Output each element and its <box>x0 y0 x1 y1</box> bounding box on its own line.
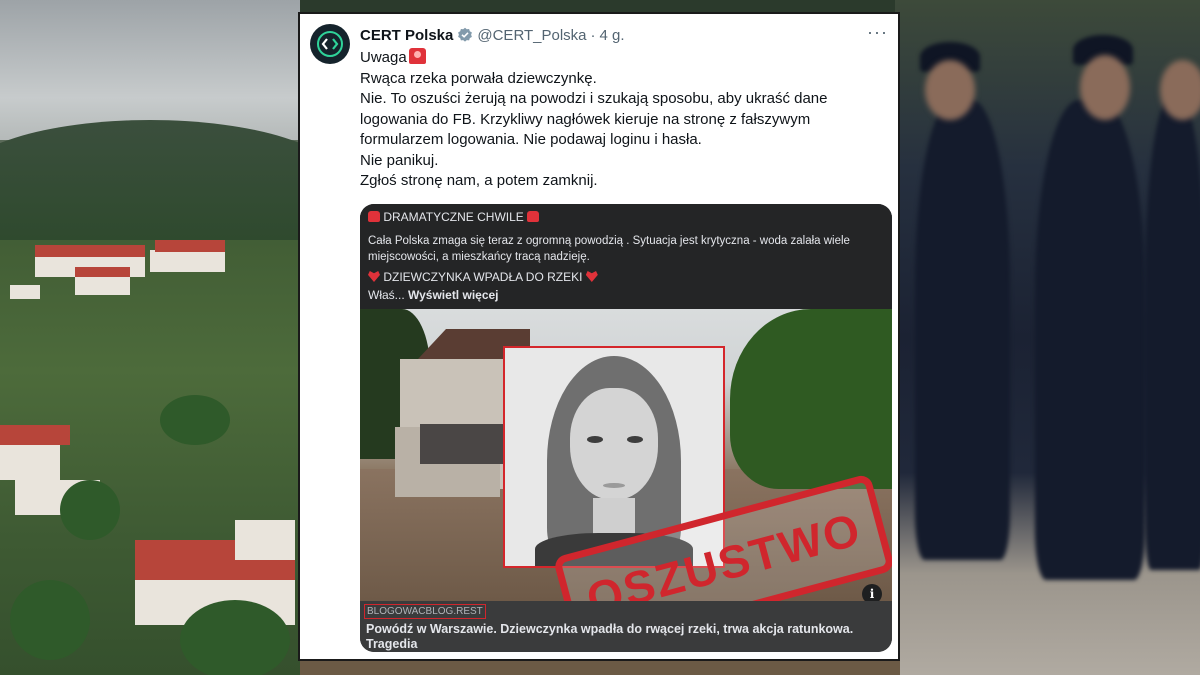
tweet-line-warning: Uwaga <box>360 48 880 69</box>
tweet-line-1: Uwaga <box>360 49 407 66</box>
background-head <box>1080 55 1130 120</box>
background-house <box>10 285 40 299</box>
tweet-line-2: Rwąca rzeka porwała dziewczynkę. <box>360 69 597 87</box>
see-more-link[interactable]: Wyświetl więcej <box>408 288 499 302</box>
background-roof <box>0 425 70 445</box>
siren-emoji-icon <box>408 48 426 64</box>
embedded-scam-screenshot[interactable]: DRAMATYCZNE CHWILE Cała Polska zmaga się… <box>360 204 892 652</box>
background-tree <box>10 580 90 660</box>
background-officer <box>1145 100 1200 570</box>
background-officer <box>915 100 1010 560</box>
fb-truncated-text: Właś... <box>368 288 409 302</box>
background-town-photo <box>0 0 300 675</box>
background-head <box>925 60 975 120</box>
fb-body-text: Cała Polska zmaga się teraz z ogromną po… <box>368 235 850 263</box>
author-name[interactable]: CERT Polska <box>360 27 453 44</box>
more-options-icon[interactable]: ··· <box>867 22 888 43</box>
fb-heading-2-text: DZIEWCZYNKA WPADŁA DO RZEKI <box>380 270 586 284</box>
header-separator: · <box>590 26 596 44</box>
fb-post-text: DRAMATYCZNE CHWILE Cała Polska zmaga się… <box>360 204 892 309</box>
link-headline[interactable]: Powódź w Warszawie. Dziewczynka wpadła d… <box>366 622 886 652</box>
link-domain: BLOGOWACBLOG.REST <box>364 604 486 619</box>
flood-photo[interactable]: OSZUSTWO i <box>360 309 892 601</box>
background-house <box>0 440 60 480</box>
tweet-timestamp[interactable]: 4 g. <box>600 27 625 44</box>
tweet-card[interactable]: CERT Polska @CERT_Polska · 4 g. ··· Uwag… <box>298 12 900 661</box>
broken-heart-emoji-icon <box>585 271 598 282</box>
background-police-photo <box>895 0 1200 675</box>
verified-badge-icon <box>458 27 473 42</box>
background-strip <box>300 660 900 675</box>
tweet-line-5: Zgłoś stronę nam, a potem zamknij. <box>360 172 598 189</box>
photo-trees-right <box>730 309 892 489</box>
fb-truncated-line: Właś... Wyświetl więcej <box>368 288 499 302</box>
background-officer <box>1035 100 1145 580</box>
tweet-line-3: Nie. To oszuści żerują na powodzi i szuk… <box>360 90 828 148</box>
author-handle[interactable]: @CERT_Polska <box>477 27 586 44</box>
background-hill <box>0 120 300 240</box>
background-house <box>75 275 130 295</box>
background-house <box>150 250 225 272</box>
broken-heart-emoji-icon <box>368 271 380 282</box>
cert-logo-glyph <box>317 31 343 57</box>
siren-emoji-icon <box>368 211 380 222</box>
tweet-text: Uwaga Rwąca rzeka porwała dziewczynkę. N… <box>360 48 880 192</box>
background-tree <box>180 600 290 675</box>
background-tree <box>160 395 230 445</box>
info-icon[interactable]: i <box>862 584 882 601</box>
background-roof <box>155 240 225 252</box>
portrait-mouth <box>603 483 625 488</box>
background-sky <box>0 0 300 140</box>
portrait-eye <box>627 436 643 443</box>
tweet-header: CERT Polska @CERT_Polska · 4 g. <box>360 24 625 46</box>
fb-heading-text: DRAMATYCZNE CHWILE <box>380 210 528 224</box>
fb-heading: DRAMATYCZNE CHWILE <box>368 210 540 224</box>
photo-shed-roof <box>420 424 505 464</box>
portrait-eye <box>587 436 603 443</box>
siren-emoji-icon <box>527 211 540 222</box>
portrait-neck <box>593 498 635 538</box>
background-roof <box>35 245 145 257</box>
cert-logo-icon[interactable] <box>310 24 350 64</box>
fb-link-preview[interactable]: BLOGOWACBLOG.REST Powódź w Warszawie. Dz… <box>360 601 892 652</box>
tweet-line-4: Nie panikuj. <box>360 151 439 169</box>
fb-heading-2: DZIEWCZYNKA WPADŁA DO RZEKI <box>368 270 598 284</box>
background-head <box>1160 60 1200 120</box>
background-roof <box>75 267 130 277</box>
background-house <box>235 520 295 560</box>
background-tree <box>60 480 120 540</box>
